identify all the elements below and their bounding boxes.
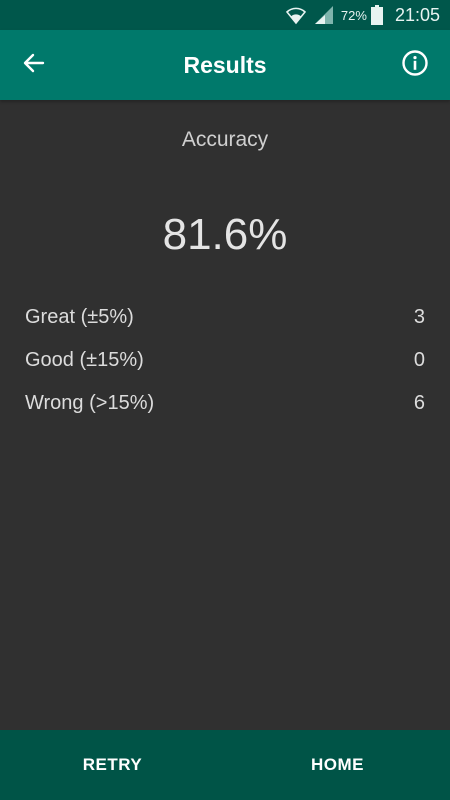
result-row-wrong: Wrong (>15%) 6 <box>25 382 425 425</box>
info-circle-icon <box>401 49 429 82</box>
signal-icon <box>313 5 335 25</box>
result-count: 0 <box>413 349 425 371</box>
accuracy-label: Accuracy <box>181 128 269 151</box>
result-count: 6 <box>413 392 425 414</box>
battery-icon <box>370 5 383 25</box>
result-label: Wrong (>15%) <box>25 392 155 414</box>
info-button[interactable] <box>400 49 430 82</box>
results-list: Great (±5%) 3 Good (±15%) 0 Wrong (>15%)… <box>25 296 425 425</box>
home-button[interactable]: HOME <box>225 730 450 800</box>
result-row-great: Great (±5%) 3 <box>25 296 425 339</box>
wifi-icon <box>285 5 307 25</box>
result-label: Great (±5%) <box>25 306 134 328</box>
arrow-left-icon <box>22 51 46 80</box>
result-count: 3 <box>413 306 425 328</box>
battery-percent: 72% <box>340 7 367 23</box>
app-bar: Results <box>0 30 450 100</box>
page-title: Results <box>183 51 267 78</box>
accuracy-value: 81.6% <box>162 210 288 259</box>
result-label: Good (±15%) <box>25 349 144 371</box>
status-bar: 72% 21:05 <box>0 0 450 30</box>
result-row-good: Good (±15%) 0 <box>25 339 425 382</box>
back-button[interactable] <box>20 51 48 79</box>
clock-time: 21:05 <box>394 4 440 25</box>
bottom-action-bar: RETRY HOME <box>0 730 450 800</box>
results-content: Accuracy 81.6% Great (±5%) 3 Good (±15%)… <box>0 100 450 730</box>
retry-button[interactable]: RETRY <box>0 730 225 800</box>
